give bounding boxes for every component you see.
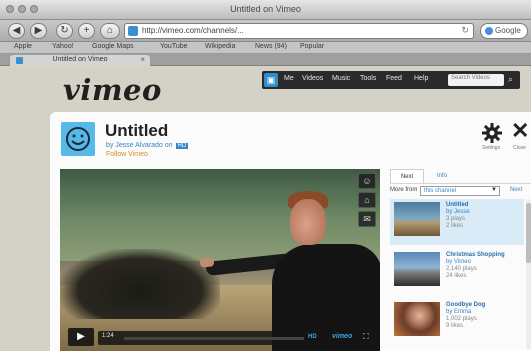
list-item[interactable]: Christmas Shopping by Vimeo 2,140 plays … <box>390 249 524 295</box>
item-title[interactable]: Christmas Shopping <box>446 252 522 259</box>
bookmark-item[interactable]: Google Maps <box>92 43 134 50</box>
nav-item-help[interactable]: Help <box>414 75 428 82</box>
gear-icon[interactable] <box>482 123 502 143</box>
avatar[interactable] <box>61 122 95 156</box>
item-plays: 2,140 plays <box>446 266 477 272</box>
video-title: Untitled <box>105 121 169 140</box>
like-button[interactable]: ☺ <box>358 173 376 189</box>
settings-label: Settings <box>482 145 501 151</box>
scrollbar-thumb[interactable] <box>526 203 531 263</box>
related-sidebar: Next Info More from this channel ▼ Next … <box>390 169 531 351</box>
chevron-down-icon: ▼ <box>491 187 497 193</box>
nav-item-me[interactable]: Me <box>284 75 294 82</box>
video-player[interactable]: ☺ ⌂ ✉ ▶ 1:24 HD vimeo ⛶ <box>60 169 380 351</box>
home-button[interactable]: ⌂ <box>100 23 120 39</box>
nav-item-music[interactable]: Music <box>332 75 350 82</box>
item-likes: 2 likes <box>446 223 464 229</box>
item-likes: 9 likes <box>446 323 464 329</box>
time-readout: 1:24 <box>102 333 114 339</box>
item-author[interactable]: by Emma <box>446 309 522 316</box>
site-favicon-icon <box>128 26 138 36</box>
forward-button[interactable]: ▶ <box>30 23 47 39</box>
tab-bar: Untitled on Vimeo × <box>0 54 531 66</box>
nav-item-tools[interactable]: Tools <box>360 75 376 82</box>
search-field[interactable]: Google <box>480 23 528 39</box>
hd-toggle[interactable]: HD <box>308 334 317 340</box>
item-plays: 3 plays <box>446 216 466 222</box>
bookmark-item[interactable]: Popular <box>300 43 324 50</box>
add-bookmark-button[interactable]: + <box>78 23 95 39</box>
list-item[interactable]: Untitled by Jesse 3 plays 2 likes <box>390 199 524 245</box>
tab-next[interactable]: Next <box>390 169 424 183</box>
player-controls: 1:24 HD vimeo ⛶ <box>98 331 374 345</box>
title-bar: Untitled on Vimeo <box>0 0 531 20</box>
hd-badge: HD <box>175 143 189 149</box>
item-author[interactable]: by Jesse <box>446 209 522 216</box>
bookmark-item[interactable]: News (94) <box>255 43 287 50</box>
sidebar-scrollbar[interactable] <box>526 199 531 349</box>
progress-track[interactable] <box>124 337 304 340</box>
tab-vimeo[interactable]: Untitled on Vimeo × <box>10 55 150 66</box>
address-bar[interactable]: http://vimeo.com/channels/... ↻ <box>124 23 474 39</box>
bookmark-item[interactable]: Apple <box>14 43 32 50</box>
sidebar-header: More from this channel ▼ Next <box>390 183 531 197</box>
fullscreen-icon[interactable]: ⛶ <box>363 332 369 342</box>
later-button[interactable]: ⌂ <box>358 192 376 208</box>
browser-window: Untitled on Vimeo ◀ ▶ ↻ + ⌂ http://vimeo… <box>0 0 531 351</box>
item-likes: 24 likes <box>446 273 467 279</box>
item-title[interactable]: Goodbye Dog <box>446 302 522 309</box>
video-byline: by Jesse Alvarado on HD <box>106 142 189 149</box>
bookmark-item[interactable]: Yahoo! <box>52 43 74 50</box>
play-button[interactable]: ▶ <box>68 328 94 346</box>
search-icon[interactable]: ⌕ <box>508 74 513 85</box>
vimeo-search-input[interactable]: Search Videos <box>448 74 504 86</box>
source-select-value: this channel <box>424 188 457 194</box>
tab-info[interactable]: Info <box>428 169 456 183</box>
close-label: Close <box>513 145 526 151</box>
item-author[interactable]: by Vimeo <box>446 259 522 266</box>
item-plays: 1,002 plays <box>446 316 477 322</box>
nav-item-videos[interactable]: Videos <box>302 75 323 82</box>
video-frame-face <box>290 199 326 245</box>
vimeo-logo[interactable]: vimeo <box>63 73 162 107</box>
tab-label: Untitled on Vimeo <box>52 56 108 63</box>
reload-button[interactable]: ↻ <box>56 23 73 39</box>
tab-close-button[interactable]: × <box>140 55 145 64</box>
bookmark-item[interactable]: Wikipedia <box>205 43 235 50</box>
more-from-label: More from <box>390 187 418 193</box>
bookmarks-bar: Apple Yahoo! Google Maps YouTube Wikiped… <box>0 42 531 54</box>
vimeo-nav: ▣ Me Videos Music Tools Feed Help Search… <box>262 71 520 89</box>
next-link[interactable]: Next <box>510 187 522 193</box>
video-thumbnail[interactable] <box>394 252 440 286</box>
browser-toolbar: ◀ ▶ ↻ + ⌂ http://vimeo.com/channels/... … <box>0 20 531 42</box>
rss-icon[interactable]: ↻ <box>461 25 469 36</box>
source-select[interactable]: this channel ▼ <box>420 186 500 196</box>
vimeo-page: vimeo ▣ Me Videos Music Tools Feed Help … <box>0 67 531 351</box>
home-icon[interactable]: ▣ <box>264 73 278 87</box>
byline-text[interactable]: by Jesse Alvarado on <box>106 142 173 149</box>
back-button[interactable]: ◀ <box>8 23 25 39</box>
video-thumbnail[interactable] <box>394 302 440 336</box>
item-title[interactable]: Untitled <box>446 202 522 209</box>
search-engine-icon <box>485 27 493 35</box>
follow-link[interactable]: Follow Vimeo <box>106 151 148 158</box>
list-item[interactable]: Goodbye Dog by Emma 1,002 plays 9 likes <box>390 299 524 345</box>
nav-item-feed[interactable]: Feed <box>386 75 402 82</box>
video-content-panel: Untitled by Jesse Alvarado on HD Follow V… <box>50 112 531 351</box>
video-thumbnail[interactable] <box>394 202 440 236</box>
player-vimeo-logo[interactable]: vimeo <box>332 333 352 340</box>
close-icon[interactable]: ✕ <box>511 118 529 144</box>
search-placeholder: Google <box>495 26 521 35</box>
vimeo-search-placeholder: Search Videos <box>451 75 490 81</box>
bookmark-item[interactable]: YouTube <box>160 43 188 50</box>
window-title: Untitled on Vimeo <box>230 4 301 14</box>
share-button[interactable]: ✉ <box>358 211 376 227</box>
video-frame-orchestra <box>60 249 220 319</box>
related-list: Untitled by Jesse 3 plays 2 likes Christ… <box>390 199 524 351</box>
url-text: http://vimeo.com/channels/... <box>142 26 244 35</box>
smiley-icon <box>66 127 90 151</box>
